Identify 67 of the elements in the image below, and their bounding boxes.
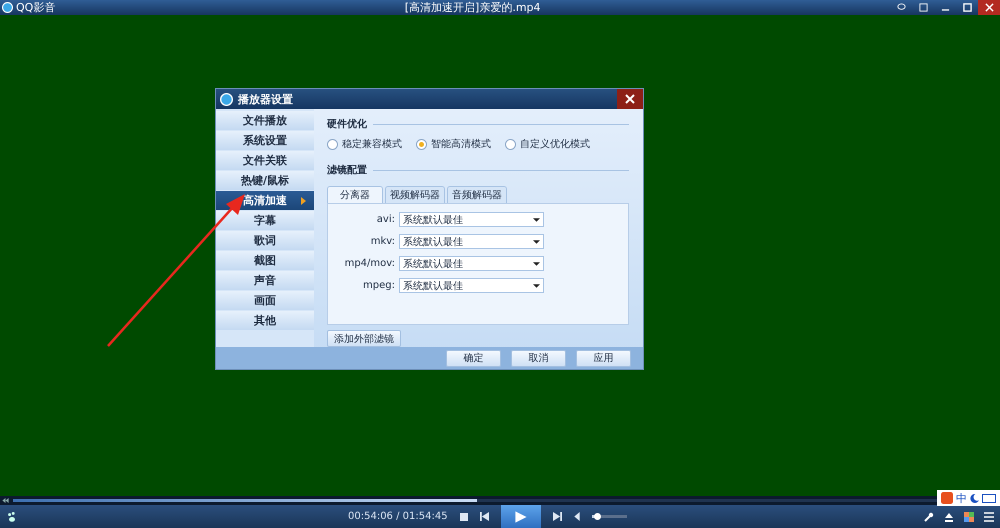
dialog-button[interactable]: 取消 [511,350,566,366]
sidebar-item[interactable]: 截图 [216,251,314,270]
radio-button[interactable] [327,138,338,150]
sidebar-item[interactable]: 声音 [216,271,314,290]
dialog-title: 播放器设置 [238,92,293,106]
dropdown[interactable]: 系统默认最佳 [399,234,544,249]
radio-button[interactable] [416,138,427,150]
dialog-close-button[interactable] [617,89,643,109]
sidebar-item[interactable]: 热键/鼠标 [216,171,314,190]
window-title: [高清加速开启]亲爱的.mp4 [404,0,542,15]
next-icon[interactable] [552,512,562,521]
app-logo-icon [2,2,13,13]
play-button[interactable] [500,505,541,528]
add-filter-button[interactable]: 添加外部滤镜 [327,330,401,347]
tab[interactable]: 视频解码器 [385,186,445,203]
playlist-icon[interactable] [984,512,994,522]
dropdown[interactable]: 系统默认最佳 [399,212,544,227]
caret-icon [301,197,306,205]
sidebar-item[interactable]: 高清加速 [216,191,314,210]
close-icon [625,94,635,104]
dropdown[interactable]: 系统默认最佳 [399,278,544,293]
radio-button[interactable] [505,138,516,150]
dialog-button[interactable]: 应用 [576,350,631,366]
volume-slider[interactable] [592,515,627,518]
radio-label: 稳定兼容模式 [342,138,402,151]
radio-label: 自定义优化模式 [520,138,590,151]
radio-label: 智能高清模式 [431,138,491,151]
close-icon [984,3,994,12]
moon-icon[interactable] [970,494,979,502]
field-label: mkv: [370,236,396,247]
previous-icon[interactable] [480,512,489,521]
dialog-logo-icon [220,92,233,106]
sidebar-item[interactable]: 系统设置 [216,131,314,150]
speaker-icon[interactable] [574,512,580,521]
section-heading: 滤镜配置 [327,164,367,177]
field-label: mpeg: [362,280,396,291]
sidebar-item[interactable]: 文件关联 [216,151,314,170]
dialog-button[interactable]: 确定 [446,350,501,366]
app-name: QQ影音 [16,0,56,15]
play-icon [514,510,528,524]
tab[interactable]: 音频解码器 [447,186,507,203]
field-label: avi: [376,214,396,225]
close-button[interactable] [978,0,1000,15]
caret-icon [533,284,540,288]
caret-icon [533,240,540,244]
sidebar-item[interactable]: 文件播放 [216,111,314,130]
wrench-icon[interactable] [924,512,934,522]
tab[interactable]: 分离器 [327,186,383,203]
footprint-icon[interactable] [6,510,18,522]
keyboard-icon[interactable] [982,494,996,502]
playback-time: 00:54:06 / 01:54:45 [348,511,448,522]
sidebar-item[interactable]: 字幕 [216,211,314,230]
sidebar-item[interactable]: 歌词 [216,231,314,250]
rewind-icon[interactable] [2,498,9,503]
caret-icon [533,218,540,222]
sidebar-item[interactable]: 其他 [216,311,314,330]
eject-icon[interactable] [944,512,954,522]
volume-thumb[interactable] [594,513,601,520]
stop-icon[interactable] [460,512,468,520]
ime-logo-icon[interactable] [941,492,953,504]
dropdown[interactable]: 系统默认最佳 [399,256,544,271]
color-grid-icon[interactable] [964,512,974,522]
ime-mode[interactable]: 中 [956,490,967,506]
caret-icon [533,262,540,266]
section-heading: 硬件优化 [327,118,367,131]
field-label: mp4/mov: [344,258,396,269]
sidebar-item[interactable]: 画面 [216,291,314,310]
